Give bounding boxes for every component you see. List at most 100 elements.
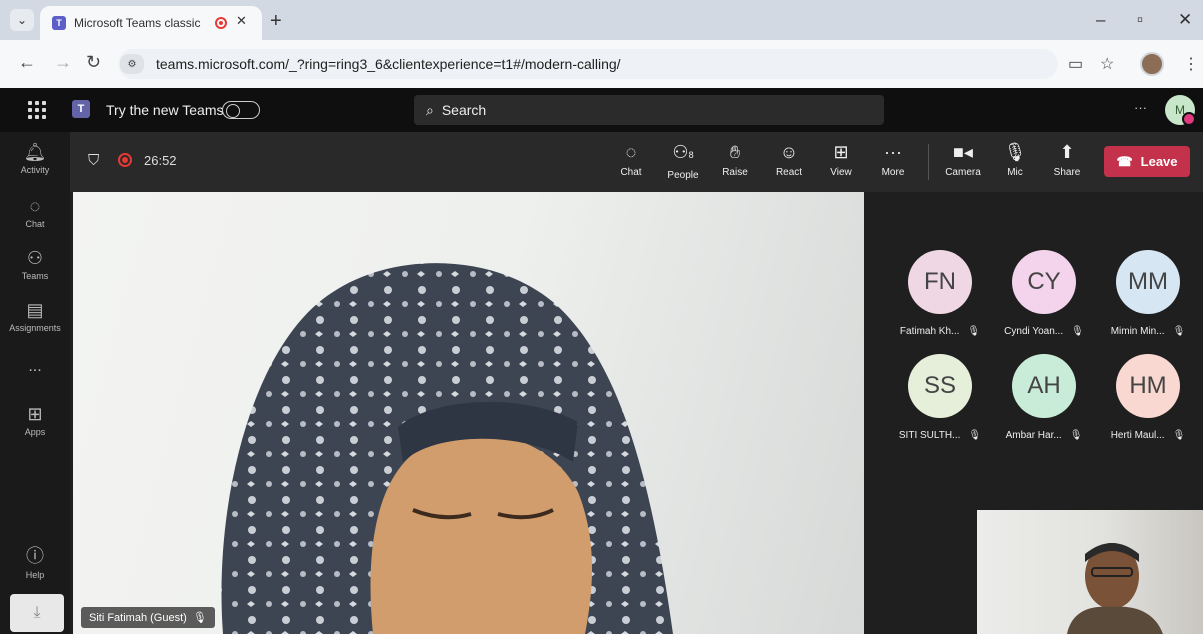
share-icon: ⬆︎ <box>1059 142 1075 162</box>
rail-item-more[interactable]: ... <box>0 358 70 376</box>
user-avatar[interactable]: M <box>1165 95 1196 126</box>
participant-tile[interactable]: FN Fatimah Kh... 🎙︎ <box>890 250 990 337</box>
camera-button[interactable]: ■◂ Camera <box>940 141 986 178</box>
participant-name: Cyndi Yoan... <box>1004 326 1064 337</box>
rail-item-assignments[interactable]: ▤ Assignments <box>0 300 70 333</box>
shield-icon: ⛉ <box>88 152 100 169</box>
download-icon[interactable]: ⤓ <box>10 594 64 632</box>
speaker-name: Siti Fatimah (Guest) <box>89 611 187 624</box>
speaker-video-image <box>221 263 673 634</box>
bookmark-star-icon[interactable]: ☆ <box>1100 54 1114 74</box>
meeting-stage: Siti Fatimah (Guest) 🎙︎ FN Fatimah Kh...… <box>70 192 1203 634</box>
search-placeholder: Search <box>441 102 487 118</box>
cast-icon[interactable]: ▭ <box>1068 54 1083 74</box>
rail-item-help[interactable]: ⓘ Help <box>0 542 70 580</box>
browser-profile-avatar[interactable] <box>1140 52 1164 76</box>
participant-tile[interactable]: HM Herti Maul... 🎙︎ <box>1098 354 1198 441</box>
mic-button[interactable]: 🎙︎ Mic <box>992 141 1038 178</box>
rail-item-label: Help <box>25 570 45 580</box>
browser-toolbar: ← → ↻ teams.microsoft.com/_?ring=ring3_6… <box>0 40 1203 88</box>
people-icon: ⚇8 <box>672 142 694 162</box>
close-window-button[interactable]: ✕ <box>1178 10 1192 30</box>
mic-muted-icon: 🎙︎ <box>1069 430 1083 441</box>
participant-avatar: HM <box>1116 354 1180 418</box>
settings-more-icon[interactable]: ··· <box>1134 100 1147 115</box>
tab-search-button[interactable]: ⌄ <box>10 9 34 31</box>
share-label: Share <box>1053 167 1081 178</box>
rail-item-activity[interactable]: 🔔︎ Activity <box>0 142 70 175</box>
close-tab-icon[interactable]: ✕ <box>236 13 247 29</box>
teams-icon: ⚇ <box>26 248 44 268</box>
grid-view-icon: ⊞ <box>833 142 849 162</box>
share-button[interactable]: ⬆︎ Share <box>1044 141 1090 178</box>
leave-button[interactable]: ☎ Leave <box>1104 146 1190 177</box>
raise-hand-button[interactable]: ✋︎ Raise <box>712 141 758 178</box>
rail-item-label: Activity <box>20 165 50 175</box>
more-dots-icon: ··· <box>884 142 902 162</box>
rail-item-chat[interactable]: ◌ Chat <box>0 196 70 229</box>
teams-favicon-icon: T <box>52 16 66 30</box>
chat-icon: ◌ <box>29 196 41 216</box>
hang-up-icon: ☎ <box>1116 153 1133 169</box>
tab-title: Microsoft Teams classic <box>74 16 201 30</box>
assignments-icon: ▤ <box>26 300 44 320</box>
people-label: People <box>667 170 699 181</box>
microphone-icon: 🎙︎ <box>1003 142 1027 162</box>
browser-menu-icon[interactable]: ⋮ <box>1183 54 1199 74</box>
chat-button[interactable]: ◌ Chat <box>608 141 654 178</box>
participant-tile[interactable]: AH Ambar Har... 🎙︎ <box>994 354 1094 441</box>
participant-tile[interactable]: CY Cyndi Yoan... 🎙︎ <box>994 250 1094 337</box>
url-text: teams.microsoft.com/_?ring=ring3_6&clien… <box>156 56 621 72</box>
react-label: React <box>775 167 803 178</box>
react-button[interactable]: ☺ React <box>766 141 812 178</box>
rail-item-teams[interactable]: ⚇ Teams <box>0 248 70 281</box>
mic-muted-icon: 🎙︎ <box>968 430 982 441</box>
main-video-feed: Siti Fatimah (Guest) 🎙︎ <box>73 192 864 634</box>
new-tab-button[interactable]: + <box>270 10 282 33</box>
more-button[interactable]: ··· More <box>870 141 916 178</box>
self-video-preview <box>977 510 1203 634</box>
people-count: 8 <box>688 150 694 160</box>
meeting-timer: 26:52 <box>144 153 177 168</box>
chat-label: Chat <box>620 167 642 178</box>
participant-name: Mimin Min... <box>1110 326 1165 337</box>
people-button[interactable]: ⚇8 People <box>660 141 706 181</box>
teams-header: T Try the new Teams ⌕ Search ··· M <box>0 88 1203 132</box>
participant-avatar: SS <box>908 354 972 418</box>
rail-item-apps[interactable]: ⊞ Apps <box>0 404 70 437</box>
bell-icon: 🔔︎ <box>23 142 47 162</box>
camera-label: Camera <box>945 167 981 178</box>
teams-logo-icon: T <box>72 100 90 118</box>
browser-tab[interactable]: T Microsoft Teams classic ✕ <box>40 6 262 40</box>
participant-name: Herti Maul... <box>1110 430 1165 441</box>
camera-icon: ■◂ <box>953 142 973 162</box>
minimize-button[interactable]: – <box>1096 10 1105 30</box>
recording-icon <box>118 153 132 167</box>
raise-label: Raise <box>722 167 748 178</box>
site-settings-icon[interactable]: ⚙ <box>120 54 144 74</box>
app-launcher-icon[interactable] <box>28 101 46 119</box>
view-label: View <box>830 167 852 178</box>
self-video-image <box>1067 543 1163 634</box>
view-button[interactable]: ⊞ View <box>818 141 864 178</box>
apps-icon: ⊞ <box>27 404 43 424</box>
rail-item-label: Teams <box>21 271 49 281</box>
address-bar[interactable]: teams.microsoft.com/_?ring=ring3_6&clien… <box>118 49 1058 79</box>
try-new-teams-label: Try the new Teams <box>106 102 224 118</box>
participant-tile[interactable]: MM Mimin Min... 🎙︎ <box>1098 250 1198 337</box>
participant-name: SITI SULTH... <box>898 430 961 441</box>
meeting-toolbar: ⛉ 26:52 ◌ Chat ⚇8 People ✋︎ Raise ☺ Reac… <box>70 132 1203 192</box>
participant-tile[interactable]: SS SITI SULTH... 🎙︎ <box>890 354 990 441</box>
forward-button[interactable]: → <box>54 52 72 73</box>
mic-label: Mic <box>1007 167 1023 178</box>
mic-muted-icon: 🎙︎ <box>967 326 981 337</box>
reload-button[interactable]: ↻ <box>86 52 101 73</box>
try-new-teams-toggle[interactable] <box>222 101 260 119</box>
back-button[interactable]: ← <box>18 52 36 73</box>
mic-muted-icon: 🎙︎ <box>1172 326 1186 337</box>
search-box[interactable]: ⌕ Search <box>414 95 884 125</box>
maximize-button[interactable]: ▫ <box>1137 10 1143 30</box>
participant-avatar: AH <box>1012 354 1076 418</box>
mic-muted-icon: 🎙︎ <box>192 612 207 624</box>
rail-item-label: Chat <box>25 219 45 229</box>
